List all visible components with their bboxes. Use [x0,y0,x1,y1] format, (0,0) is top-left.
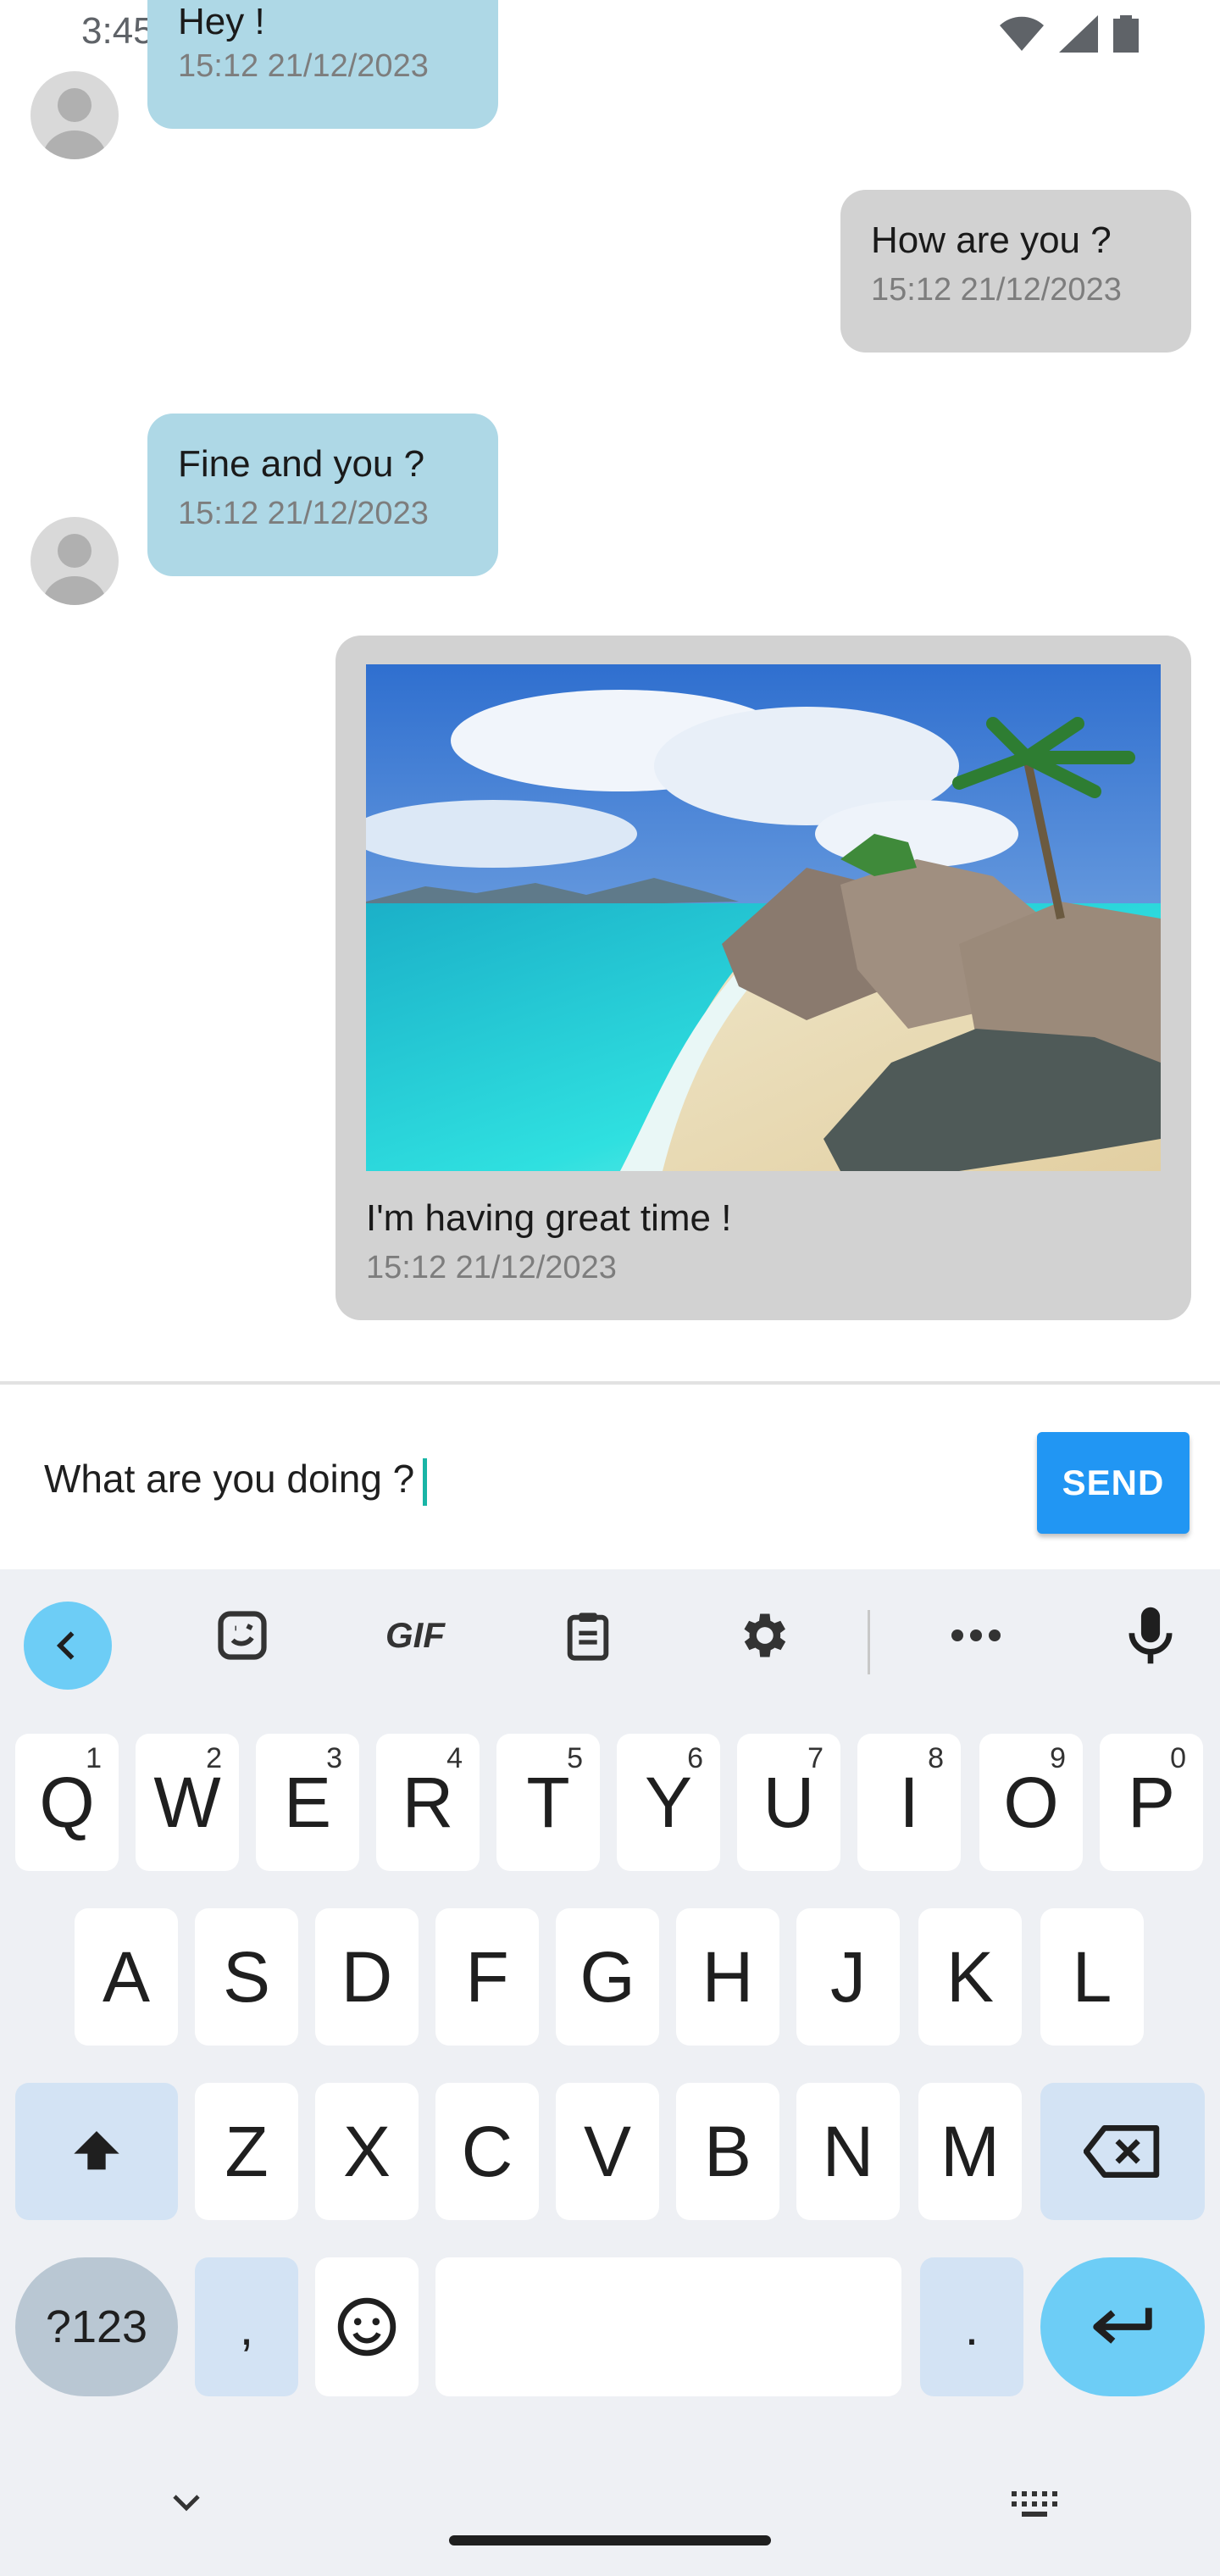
sticker-icon [218,1611,267,1660]
wifi-icon [1000,16,1044,51]
space-key[interactable] [435,2257,901,2396]
mic-icon [1128,1607,1173,1664]
key-label: Y [644,1762,693,1842]
period-key[interactable]: . [920,2257,1023,2396]
comma-key[interactable]: , [195,2257,298,2396]
message-bubble-outgoing-image[interactable]: I'm having great time ! 15:12 21/12/2023 [336,636,1191,1320]
key-x[interactable]: X [315,2083,419,2220]
key-b[interactable]: B [676,2083,779,2220]
key-y[interactable]: Y6 [617,1734,720,1871]
key-hint: 1 [86,1742,102,1774]
key-s[interactable]: S [195,1908,298,2046]
message-bubble-incoming[interactable]: Fine and you ? 15:12 21/12/2023 [147,414,498,576]
settings-icon [744,1613,786,1657]
message-input-value: What are you doing ? [44,1457,415,1501]
key-l[interactable]: L [1040,1908,1144,2046]
key-a[interactable]: A [75,1908,178,2046]
key-hint: 0 [1170,1742,1186,1774]
key-t[interactable]: T5 [496,1734,600,1871]
key-d[interactable]: D [315,1908,419,2046]
keyboard-back-button[interactable] [24,1602,112,1690]
person-icon [42,534,107,605]
key-hint: 9 [1050,1742,1066,1774]
key-f[interactable]: F [435,1908,539,2046]
key-hint: 4 [446,1742,463,1774]
key-n[interactable]: N [796,2083,900,2220]
key-label: T [526,1762,570,1842]
key-label: I [899,1762,919,1842]
key-z[interactable]: Z [195,2083,298,2220]
message-input[interactable]: What are you doing ? [44,1456,428,1506]
status-icons [1000,15,1139,53]
contact-avatar[interactable] [30,517,119,605]
key-e[interactable]: E3 [256,1734,359,1871]
status-time: 3:45 [81,10,154,52]
key-k[interactable]: K [918,1908,1022,2046]
key-g[interactable]: G [556,1908,659,2046]
key-hint: 2 [206,1742,222,1774]
backspace-icon [1084,2125,1160,2178]
person-icon [42,88,107,159]
emoji-key[interactable] [315,2257,419,2396]
keyboard-settings-button[interactable] [722,1595,803,1676]
key-hint: 3 [326,1742,342,1774]
message-text: I'm having great time ! [366,1197,732,1239]
key-hint: 6 [687,1742,703,1774]
key-hint: 5 [567,1742,583,1774]
text-caret [423,1457,428,1506]
gif-button[interactable]: GIF [374,1595,456,1676]
keyboard-switch-icon[interactable] [1008,2486,1059,2520]
message-text: How are you ? [871,219,1112,261]
more-button[interactable] [935,1595,1017,1676]
key-hint: 7 [807,1742,824,1774]
voice-input-button[interactable] [1110,1595,1191,1676]
more-icon [951,1629,1001,1641]
backspace-key[interactable] [1040,2083,1205,2220]
shift-icon [74,2131,119,2170]
key-j[interactable]: J [796,1908,900,2046]
key-i[interactable]: I8 [857,1734,961,1871]
message-bubble-outgoing[interactable]: How are you ? 15:12 21/12/2023 [840,190,1191,353]
beach-photo[interactable] [366,664,1161,1171]
clipboard-icon [567,1613,609,1661]
emoji-icon [337,2297,396,2357]
keyboard [0,1569,1220,2576]
key-hint: 8 [928,1742,944,1774]
send-button[interactable]: SEND [1037,1432,1190,1534]
key-o[interactable]: O9 [979,1734,1083,1871]
battery-icon [1113,15,1139,53]
message-bubble-incoming[interactable]: Hey ! 15:12 21/12/2023 [147,0,498,129]
symbols-key[interactable]: ?123 [15,2257,178,2396]
clipboard-button[interactable] [547,1595,629,1676]
message-timestamp: 15:12 21/12/2023 [366,1250,617,1285]
chevron-left-icon [56,1631,75,1660]
contact-avatar[interactable] [30,71,119,159]
sticker-button[interactable] [202,1595,283,1676]
key-w[interactable]: W2 [136,1734,239,1871]
key-r[interactable]: R4 [376,1734,480,1871]
key-label: P [1127,1762,1176,1842]
key-label: E [283,1762,332,1842]
key-q[interactable]: Q1 [15,1734,119,1871]
message-text: Fine and you ? [178,443,425,485]
key-v[interactable]: V [556,2083,659,2220]
gif-icon: GIF [385,1615,445,1655]
key-m[interactable]: M [918,2083,1022,2220]
key-h[interactable]: H [676,1908,779,2046]
message-text: Hey ! [178,1,265,42]
enter-icon [1093,2307,1152,2344]
shift-key[interactable] [15,2083,178,2220]
message-timestamp: 15:12 21/12/2023 [871,272,1122,308]
key-u[interactable]: U7 [737,1734,840,1871]
key-p[interactable]: P0 [1100,1734,1203,1871]
message-timestamp: 15:12 21/12/2023 [178,496,429,531]
home-gesture-bar[interactable] [449,2535,771,2545]
toolbar-separator [868,1610,870,1674]
key-c[interactable]: C [435,2083,539,2220]
message-timestamp: 15:12 21/12/2023 [178,48,429,84]
hide-keyboard-icon[interactable] [166,2486,207,2520]
enter-key[interactable] [1040,2257,1205,2396]
cell-signal-icon [1059,15,1098,53]
